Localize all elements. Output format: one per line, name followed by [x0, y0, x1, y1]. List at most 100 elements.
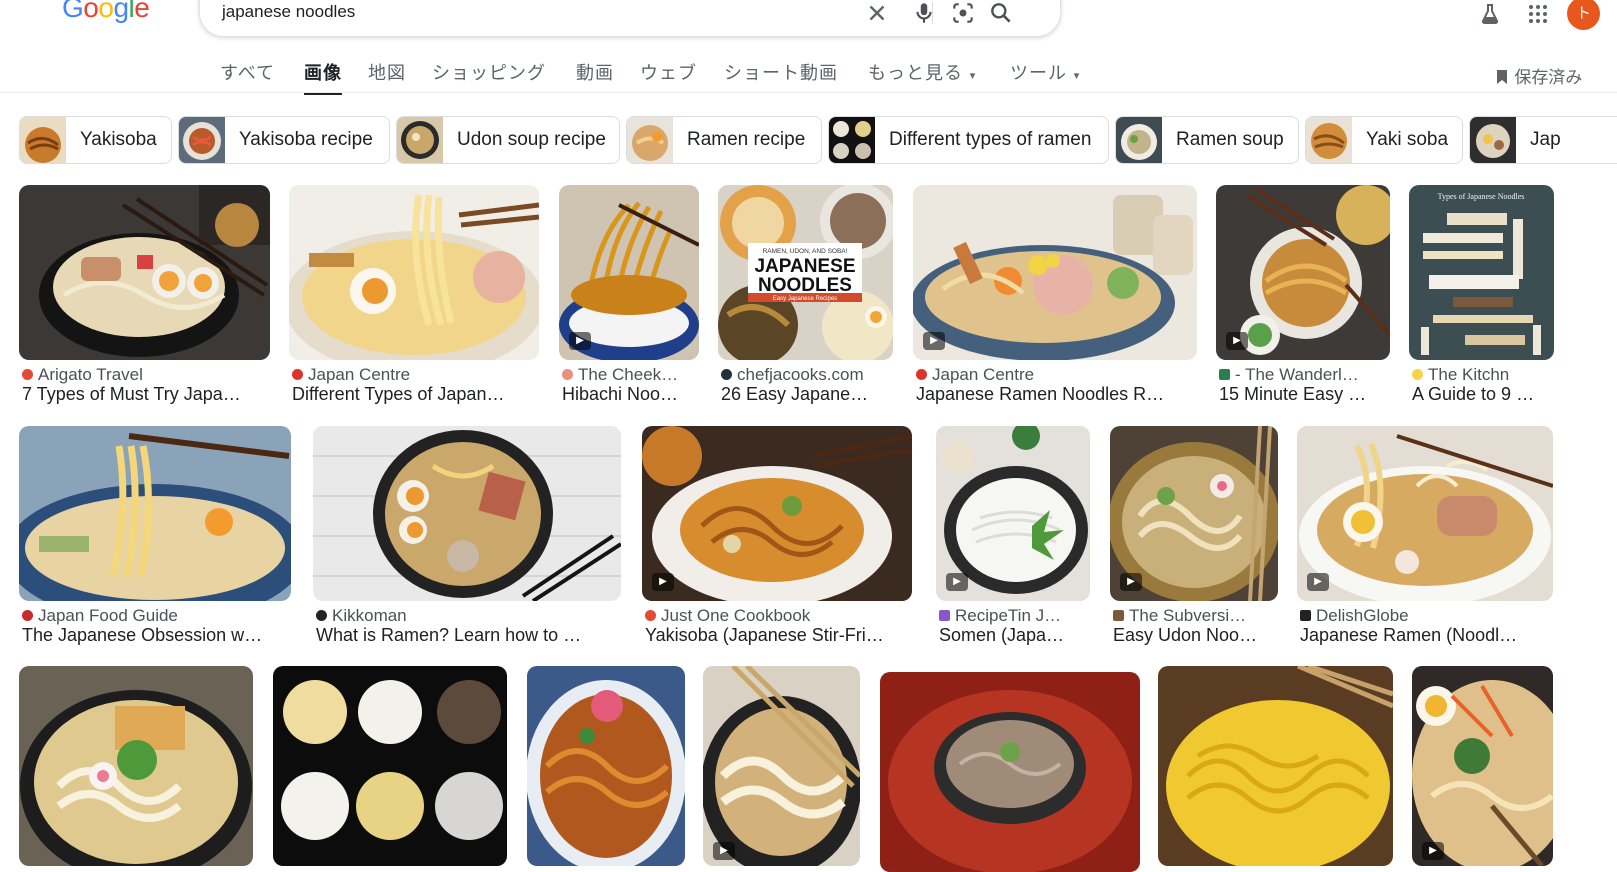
cookbook-overlay-line1: RAMEN, UDON, AND SOBA!: [763, 248, 848, 255]
search-icon[interactable]: [988, 0, 1014, 26]
tab-all[interactable]: すべて: [220, 59, 275, 85]
result-image[interactable]: ▶︎: [703, 666, 860, 866]
search-box[interactable]: japanese noodles: [199, 0, 1061, 37]
kitchn-overlay-title: Types of Japanese Noodles: [1438, 192, 1525, 201]
result-title[interactable]: 7 Types of Must Try Japa…: [22, 384, 270, 405]
video-badge-icon: ▶︎: [1226, 332, 1248, 350]
result-title[interactable]: Japanese Ramen Noodles R…: [916, 384, 1196, 405]
site-favicon-icon: [562, 369, 573, 380]
result-source[interactable]: DelishGlobe: [1300, 606, 1552, 626]
chip-udon-soup-recipe[interactable]: Udon soup recipe: [396, 116, 620, 164]
result-title[interactable]: The Japanese Obsession w…: [22, 625, 290, 646]
chip-thumbnail: [179, 117, 225, 163]
result-source[interactable]: RecipeTin J…: [939, 606, 1089, 626]
video-badge-icon: ▶︎: [713, 842, 735, 860]
chip-ramen-recipe[interactable]: Ramen recipe: [626, 116, 822, 164]
result-title[interactable]: 15 Minute Easy …: [1219, 384, 1389, 405]
chip-ramen-soup[interactable]: Ramen soup: [1115, 116, 1299, 164]
site-favicon-icon: [22, 610, 33, 621]
lens-icon[interactable]: [950, 0, 976, 26]
tab-shopping[interactable]: ショッピング: [432, 59, 546, 85]
result-title[interactable]: What is Ramen? Learn how to …: [316, 625, 620, 646]
result-image[interactable]: [19, 426, 291, 601]
result-source[interactable]: Japan Centre: [292, 365, 538, 385]
result-source[interactable]: - The Wanderl…: [1219, 365, 1389, 385]
site-favicon-icon: [1113, 610, 1124, 621]
chip-yakisoba-recipe[interactable]: Yakisoba recipe: [178, 116, 390, 164]
result-image[interactable]: [19, 666, 253, 866]
tab-maps[interactable]: 地図: [368, 59, 406, 85]
microphone-icon[interactable]: [911, 0, 937, 26]
site-favicon-icon: [1219, 369, 1230, 380]
google-logo[interactable]: Google: [62, 0, 150, 24]
result-image[interactable]: [273, 666, 507, 866]
chip-thumbnail: [1116, 117, 1162, 163]
result-image[interactable]: ▶︎: [1412, 666, 1553, 866]
source-name: Japan Food Guide: [38, 606, 178, 625]
source-name: Arigato Travel: [38, 365, 143, 384]
result-image[interactable]: Types of Japanese Noodles: [1409, 185, 1554, 360]
result-source[interactable]: Japan Centre: [916, 365, 1196, 385]
clear-icon[interactable]: [864, 0, 890, 26]
result-title[interactable]: A Guide to 9 …: [1412, 384, 1553, 405]
chip-jap[interactable]: Jap: [1469, 116, 1617, 164]
result-title[interactable]: 26 Easy Japane…: [721, 384, 893, 405]
saved-link[interactable]: 保存済み: [1495, 63, 1582, 88]
result-source[interactable]: Kikkoman: [316, 606, 620, 626]
tab-web[interactable]: ウェブ: [640, 59, 697, 85]
result-image[interactable]: [1158, 666, 1393, 866]
site-favicon-icon: [22, 369, 33, 380]
result-title[interactable]: Somen (Japa…: [939, 625, 1089, 646]
chip-yakisoba[interactable]: Yakisoba: [19, 116, 172, 164]
chevron-down-icon: ▾: [969, 69, 977, 82]
result-image[interactable]: ▶︎: [559, 185, 699, 360]
result-image[interactable]: ▶︎: [1110, 426, 1278, 601]
chip-thumbnail: [20, 117, 66, 163]
apps-grid-icon[interactable]: [1526, 2, 1550, 26]
result-image[interactable]: [313, 426, 621, 601]
result-title[interactable]: Yakisoba (Japanese Stir-Fri…: [645, 625, 911, 646]
result-source[interactable]: chefjacooks.com: [721, 365, 893, 385]
video-badge-icon: ▶︎: [1307, 573, 1329, 591]
result-image[interactable]: [527, 666, 685, 866]
result-image[interactable]: [880, 672, 1140, 872]
tab-images[interactable]: 画像: [304, 59, 342, 95]
chip-yaki-soba[interactable]: Yaki soba: [1305, 116, 1463, 164]
chip-label: Ramen soup: [1176, 129, 1284, 150]
chip-label: Yakisoba recipe: [239, 129, 373, 150]
tab-more[interactable]: もっと見る ▾: [868, 59, 976, 85]
result-image[interactable]: ▶︎: [1297, 426, 1553, 601]
labs-flask-icon[interactable]: [1478, 2, 1502, 26]
result-image[interactable]: ▶︎: [913, 185, 1197, 360]
result-source[interactable]: Just One Cookbook: [645, 606, 911, 626]
result-source[interactable]: Japan Food Guide: [22, 606, 290, 626]
result-image[interactable]: [289, 185, 539, 360]
source-name: Kikkoman: [332, 606, 407, 625]
result-title[interactable]: Different Types of Japan…: [292, 384, 538, 405]
result-image[interactable]: RAMEN, UDON, AND SOBA! JAPANESE NOODLES Eas…: [718, 185, 893, 360]
result-source[interactable]: The Kitchn: [1412, 365, 1553, 385]
result-title[interactable]: Japanese Ramen (Noodl…: [1300, 625, 1552, 646]
chip-different-types-of-ramen[interactable]: Different types of ramen: [828, 116, 1109, 164]
source-name: DelishGlobe: [1316, 606, 1409, 625]
site-favicon-icon: [645, 610, 656, 621]
result-title[interactable]: Hibachi Noo…: [562, 384, 699, 405]
account-avatar[interactable]: ト: [1567, 0, 1600, 30]
chip-thumbnail: [1306, 117, 1352, 163]
result-source[interactable]: The Cheek…: [562, 365, 699, 385]
search-input[interactable]: japanese noodles: [222, 2, 355, 22]
result-title[interactable]: Easy Udon Noo…: [1113, 625, 1277, 646]
tab-tools[interactable]: ツール ▾: [1010, 59, 1080, 85]
source-name: Japan Centre: [308, 365, 411, 384]
result-source[interactable]: The Subversi…: [1113, 606, 1277, 626]
result-image[interactable]: ▶︎: [1216, 185, 1390, 360]
tab-short-videos[interactable]: ショート動画: [724, 59, 838, 85]
tab-videos[interactable]: 動画: [576, 59, 614, 85]
chip-label: Udon soup recipe: [457, 129, 606, 150]
result-image[interactable]: ▶︎: [936, 426, 1090, 601]
video-badge-icon: ▶︎: [946, 573, 968, 591]
site-favicon-icon: [292, 369, 303, 380]
result-source[interactable]: Arigato Travel: [22, 365, 270, 385]
result-image[interactable]: ▶︎: [642, 426, 912, 601]
result-image[interactable]: [19, 185, 270, 360]
